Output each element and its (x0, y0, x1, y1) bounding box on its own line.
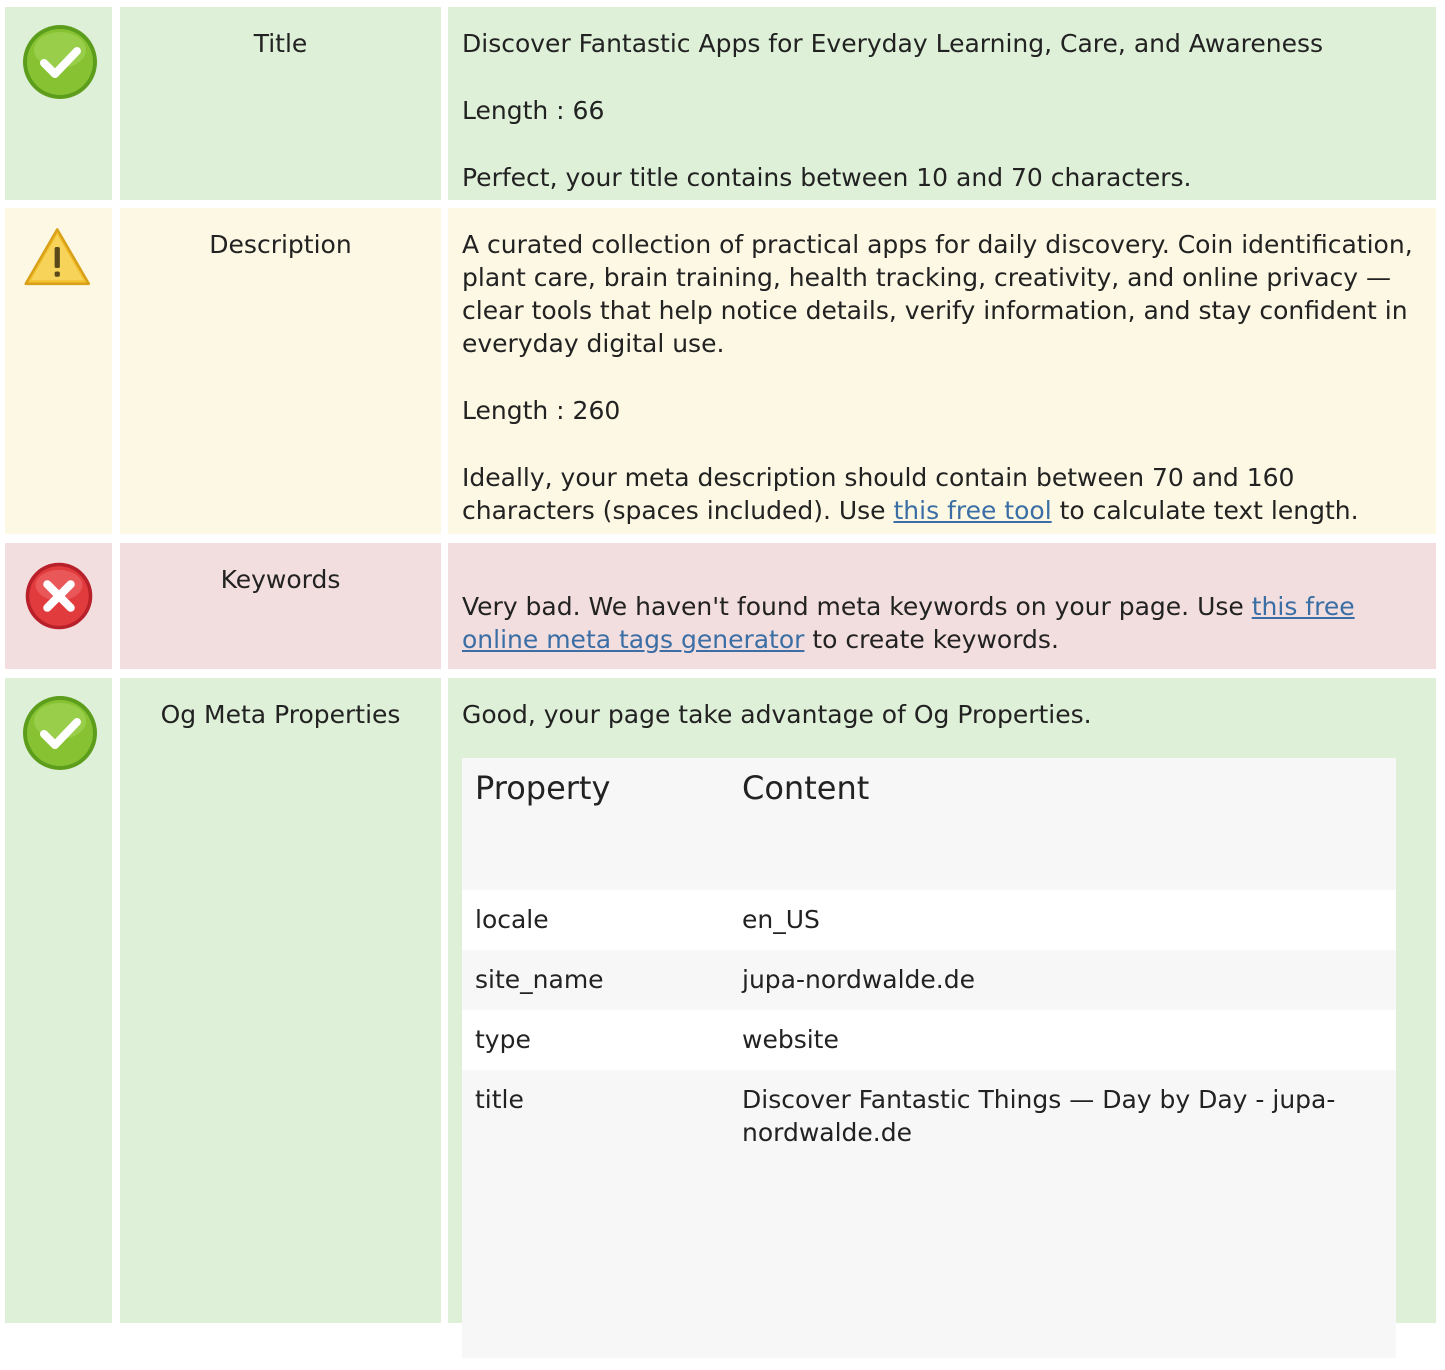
description-verdict: Ideally, your meta description should co… (462, 461, 1422, 527)
og-header-content: Content (742, 769, 870, 807)
table-row: locale en_US (462, 890, 1396, 950)
table-row: type website (462, 1010, 1396, 1070)
og-property: title (475, 1085, 524, 1114)
og-row: Og Meta Properties Good, your page take … (0, 678, 1445, 1358)
error-icon (25, 562, 93, 630)
keywords-status-cell (5, 543, 112, 669)
free-tool-link[interactable]: this free tool (894, 496, 1052, 525)
keywords-details: Very bad. We haven't found meta keywords… (448, 543, 1436, 669)
keywords-verdict-after: to create keywords. (804, 625, 1059, 654)
description-text: A curated collection of practical apps f… (462, 230, 1413, 358)
og-property: type (475, 1025, 531, 1054)
title-text: Discover Fantastic Apps for Everyday Lea… (462, 29, 1324, 58)
title-label: Title (120, 7, 441, 200)
og-label: Og Meta Properties (120, 678, 441, 1323)
check-icon (23, 696, 97, 770)
og-verdict: Good, your page take advantage of Og Pro… (462, 700, 1092, 729)
keywords-row: Keywords Very bad. We haven't found meta… (0, 543, 1445, 669)
description-details: A curated collection of practical apps f… (448, 208, 1436, 534)
og-property: site_name (475, 965, 604, 994)
keywords-verdict-before: Very bad. We haven't found meta keywords… (462, 592, 1252, 621)
title-length: Length : 66 (462, 96, 605, 125)
description-verdict-after: to calculate text length. (1051, 496, 1359, 525)
og-property: locale (475, 905, 549, 934)
og-header-property: Property (475, 769, 611, 807)
og-content: jupa-nordwalde.de (742, 965, 976, 994)
og-content: Discover Fantastic Things — Day by Day -… (742, 1085, 1336, 1147)
og-content: en_US (742, 905, 820, 934)
table-row: title Discover Fantastic Things — Day by… (462, 1070, 1396, 1370)
title-row: Title Discover Fantastic Apps for Everyd… (0, 7, 1445, 200)
og-content: website (742, 1025, 839, 1054)
title-details: Discover Fantastic Apps for Everyday Lea… (448, 7, 1436, 200)
og-table-header: Property Content (462, 758, 1396, 890)
og-properties-table: Property Content locale en_US site_name … (462, 758, 1396, 1358)
warning-icon (24, 228, 91, 286)
keywords-label: Keywords (120, 543, 441, 669)
check-icon (23, 25, 97, 99)
og-status-cell (5, 678, 112, 1323)
title-status-cell (5, 7, 112, 200)
description-status-cell (5, 208, 112, 534)
keywords-verdict: Very bad. We haven't found meta keywords… (462, 590, 1422, 656)
description-label: Description (120, 208, 441, 534)
table-row: site_name jupa-nordwalde.de (462, 950, 1396, 1010)
og-details: Good, your page take advantage of Og Pro… (448, 678, 1436, 1358)
title-verdict: Perfect, your title contains between 10 … (462, 163, 1192, 192)
description-row: Description A curated collection of prac… (0, 208, 1445, 534)
description-length: Length : 260 (462, 396, 621, 425)
